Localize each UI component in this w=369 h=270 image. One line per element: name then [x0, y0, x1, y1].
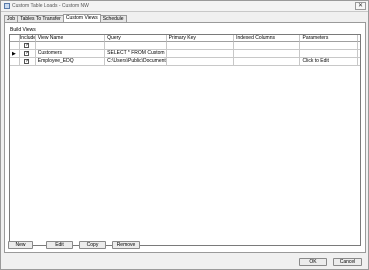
primary-key-cell[interactable]: [166, 58, 235, 66]
custom-views-panel: Build Views Include View Name Query Prim…: [4, 22, 366, 253]
indexed-columns-cell[interactable]: [234, 50, 301, 58]
check-icon: ✓: [25, 42, 30, 48]
window-title: Custom Table Loads - Custom NW: [12, 3, 89, 9]
column-header-view-name[interactable]: View Name: [35, 35, 106, 42]
query-cell[interactable]: [105, 42, 167, 50]
tab-schedule[interactable]: Schedule: [99, 15, 127, 22]
query-cell[interactable]: SELECT * FROM Custom: [105, 50, 167, 58]
primary-key-cell[interactable]: [166, 42, 235, 50]
new-button[interactable]: New: [8, 241, 33, 249]
cancel-button[interactable]: Cancel: [333, 258, 362, 266]
table-row[interactable]: ✓ Employee_EDQ C:\Users\Public\Document …: [10, 58, 360, 66]
include-checkbox[interactable]: ✓: [23, 58, 30, 64]
row-selector[interactable]: [10, 42, 20, 50]
row-selector-header: [10, 35, 20, 42]
tab-tables-to-transfer[interactable]: Tables To Transfer: [17, 15, 64, 22]
row-filler: [357, 58, 360, 66]
tab-job[interactable]: Job: [4, 15, 19, 22]
view-name-cell[interactable]: [35, 42, 106, 50]
tab-custom-views[interactable]: Custom Views: [62, 14, 101, 22]
include-cell: ✓: [19, 50, 36, 58]
primary-key-cell[interactable]: [166, 50, 235, 58]
check-icon: ✓: [25, 50, 30, 56]
remove-button[interactable]: Remove: [112, 241, 140, 249]
column-header-query[interactable]: Query: [105, 35, 167, 42]
check-icon: ✓: [25, 58, 30, 64]
query-cell[interactable]: C:\Users\Public\Document: [105, 58, 167, 66]
include-cell: ✓: [19, 58, 36, 66]
include-checkbox[interactable]: ✓: [23, 50, 30, 56]
grid-header: Include View Name Query Primary Key Inde…: [10, 35, 360, 42]
custom-table-loads-window: Custom Table Loads - Custom NW ✕ Job Tab…: [0, 0, 369, 270]
table-row[interactable]: ✓: [10, 42, 360, 50]
view-name-cell[interactable]: Employee_EDQ: [35, 58, 106, 66]
indexed-columns-cell[interactable]: [234, 58, 301, 66]
tab-strip: Job Tables To Transfer Custom Views Sche…: [4, 14, 127, 22]
column-header-parameters[interactable]: Parameters: [300, 35, 358, 42]
column-header-indexed-columns[interactable]: Indexed Columns: [234, 35, 301, 42]
header-filler: [357, 35, 360, 42]
row-selector[interactable]: ▶: [10, 50, 20, 58]
table-row[interactable]: ▶ ✓ Customers SELECT * FROM Custom: [10, 50, 360, 58]
parameters-cell[interactable]: [300, 50, 358, 58]
view-name-cell[interactable]: Customers: [35, 50, 106, 58]
app-icon: [4, 3, 10, 9]
edit-button[interactable]: Edit: [46, 241, 73, 249]
parameters-cell[interactable]: [300, 42, 358, 50]
row-filler: [357, 50, 360, 58]
include-cell: ✓: [19, 42, 36, 50]
close-icon[interactable]: ✕: [355, 2, 366, 10]
indexed-columns-cell[interactable]: [234, 42, 301, 50]
row-filler: [357, 42, 360, 50]
title-bar: Custom Table Loads - Custom NW ✕: [1, 1, 368, 12]
row-selector[interactable]: [10, 58, 20, 66]
ok-button[interactable]: OK: [299, 258, 327, 266]
build-views-label: Build Views: [10, 27, 36, 33]
views-grid: Include View Name Query Primary Key Inde…: [9, 34, 361, 246]
column-header-include[interactable]: Include: [19, 35, 36, 42]
copy-button[interactable]: Copy: [79, 241, 106, 249]
parameters-cell[interactable]: Click to Edit: [300, 58, 358, 66]
current-row-icon: ▶: [12, 51, 16, 57]
column-header-primary-key[interactable]: Primary Key: [166, 35, 235, 42]
include-checkbox[interactable]: ✓: [23, 42, 30, 48]
